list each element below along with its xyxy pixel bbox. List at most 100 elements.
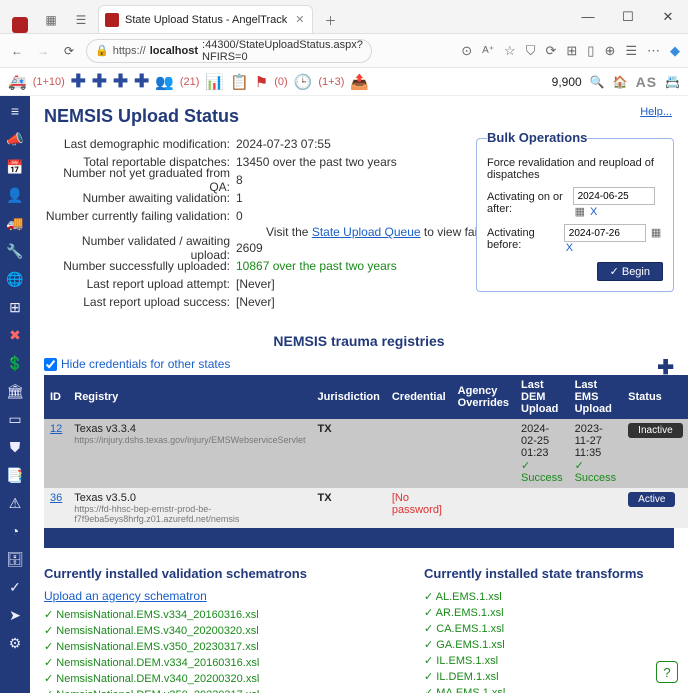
registries-heading: NEMSIS trauma registries bbox=[44, 333, 674, 349]
clock-count: (1+3) bbox=[318, 76, 344, 88]
sync-icon[interactable]: ⟳ bbox=[545, 43, 556, 59]
tab-list-icon[interactable]: ☰ bbox=[68, 7, 94, 33]
lock-icon: 🔒 bbox=[95, 44, 109, 57]
roster-icon[interactable]: 📇 bbox=[665, 75, 680, 89]
sb-db-icon[interactable]: 🗄 bbox=[6, 550, 24, 568]
browser-toolbar: ← → ⟳ 🔒 https://localhost:44300/StateUpl… bbox=[0, 34, 688, 68]
sb-bank-icon[interactable]: 🏛 bbox=[6, 382, 24, 400]
sb-user-icon[interactable]: 👤 bbox=[6, 186, 24, 204]
flag-count: (0) bbox=[274, 76, 287, 88]
sb-wrench-icon[interactable]: 🔧 bbox=[6, 242, 24, 260]
as-label[interactable]: AS bbox=[636, 74, 657, 90]
sb-send-icon[interactable]: ➤ bbox=[6, 606, 24, 624]
hide-credentials-checkbox[interactable]: Hide credentials for other states bbox=[44, 357, 674, 371]
clock-icon[interactable]: 🕒 bbox=[294, 73, 313, 91]
tab-workspace-icon[interactable]: ▦ bbox=[38, 7, 64, 33]
add-registry-button[interactable]: ✚ bbox=[657, 355, 674, 380]
on-after-input[interactable] bbox=[573, 187, 655, 205]
list-item: NemsisNational.EMS.v340_20200320.xsl bbox=[44, 623, 394, 639]
favorite-icon[interactable]: ☆ bbox=[504, 43, 516, 59]
left-sidebar: ≡ 📣 📅 👤 🚚 🔧 🌐 ⊞ ✖ 💲 🏛 ▭ ⛊ 📑 ⚠ ◔ 🗄 ✓ ➤ ⚙ bbox=[0, 96, 30, 693]
before-input[interactable] bbox=[564, 224, 646, 242]
clipboard-icon[interactable]: 📋 bbox=[230, 73, 249, 91]
on-after-label: Activating on or after: bbox=[487, 191, 573, 215]
chart-icon[interactable]: 📊 bbox=[205, 73, 224, 91]
registry-id-link[interactable]: 12 bbox=[50, 423, 62, 435]
browser-tab[interactable]: State Upload Status - AngelTrack ✕ bbox=[98, 5, 313, 33]
extensions-icon[interactable]: ⊞ bbox=[566, 43, 577, 59]
profile-icon[interactable]: ☰ bbox=[625, 43, 637, 59]
text-size-icon[interactable]: A⁺ bbox=[482, 45, 494, 56]
sb-gear-icon[interactable]: ⚙ bbox=[6, 634, 24, 652]
state-upload-queue-link[interactable]: State Upload Queue bbox=[312, 225, 421, 239]
sb-clip-icon[interactable]: 📑 bbox=[6, 466, 24, 484]
flag-icon[interactable]: ⚑ bbox=[255, 73, 268, 91]
list-item: MA.EMS.1.xsl bbox=[424, 685, 674, 693]
before-label: Activating before: bbox=[487, 227, 564, 251]
exit-icon[interactable]: 📤 bbox=[350, 73, 369, 91]
add2-icon[interactable]: ✚ bbox=[92, 71, 107, 92]
downloads-icon[interactable]: ⊕ bbox=[604, 43, 615, 59]
sb-menu-icon[interactable]: ≡ bbox=[6, 102, 24, 120]
window-close[interactable]: ✕ bbox=[648, 2, 688, 32]
sb-truck-icon[interactable]: 🚚 bbox=[6, 214, 24, 232]
shield-icon[interactable]: ⛉ bbox=[526, 43, 536, 59]
sb-globe-icon[interactable]: 🌐 bbox=[6, 270, 24, 288]
registries-table: ID Registry Jurisdiction Credential Agen… bbox=[44, 375, 688, 528]
crew-count: (21) bbox=[180, 76, 200, 88]
add3-icon[interactable]: ✚ bbox=[113, 71, 128, 92]
sb-tools-icon[interactable]: ✖ bbox=[6, 326, 24, 344]
add4-icon[interactable]: ✚ bbox=[134, 71, 149, 92]
collections-icon[interactable]: ▯ bbox=[587, 43, 594, 59]
app-toolbar: 🚑 (1+10) ✚ ✚ ✚ ✚ 👥 (21) 📊 📋 ⚑ (0) 🕒 (1+3… bbox=[0, 68, 688, 96]
crew-icon[interactable]: 👥 bbox=[155, 73, 174, 91]
begin-button[interactable]: ✓ Begin bbox=[597, 262, 663, 281]
window-maximize[interactable]: ☐ bbox=[608, 2, 648, 32]
clear-on-after[interactable]: X bbox=[590, 206, 597, 218]
sb-hospital-icon[interactable]: ⊞ bbox=[6, 298, 24, 316]
copilot-icon[interactable]: ◆ bbox=[670, 43, 680, 59]
sb-money-icon[interactable]: 💲 bbox=[6, 354, 24, 372]
add1-icon[interactable]: ✚ bbox=[71, 71, 86, 92]
new-tab-button[interactable]: ＋ bbox=[317, 7, 343, 33]
table-footer-bar bbox=[44, 528, 674, 548]
calendar2-icon[interactable]: ▦ bbox=[651, 227, 661, 239]
forward-button: → bbox=[34, 44, 52, 58]
list-item: IL.EMS.1.xsl bbox=[424, 653, 674, 669]
sb-shield2-icon[interactable]: ⛊ bbox=[6, 438, 24, 456]
help-fab[interactable]: ? bbox=[656, 661, 678, 683]
calendar-icon[interactable]: ▦ bbox=[575, 206, 585, 218]
sb-pie-icon[interactable]: ◔ bbox=[6, 522, 24, 540]
search2-icon[interactable]: 🔍 bbox=[590, 75, 605, 89]
registry-id-link[interactable]: 36 bbox=[50, 492, 62, 504]
upload-schematron-link[interactable]: Upload an agency schematron bbox=[44, 589, 394, 603]
address-bar[interactable]: 🔒 https://localhost:44300/StateUploadSta… bbox=[86, 39, 372, 63]
help-link[interactable]: Help... bbox=[640, 106, 672, 118]
tab-favicon bbox=[105, 13, 119, 27]
more-icon[interactable]: ⋯ bbox=[647, 43, 660, 59]
home-icon[interactable]: 🏠 bbox=[613, 75, 628, 89]
close-tab-icon[interactable]: ✕ bbox=[293, 13, 306, 26]
transforms-heading: Currently installed state transforms bbox=[424, 566, 674, 581]
sb-warn-icon[interactable]: ⚠ bbox=[6, 494, 24, 512]
schematrons-heading: Currently installed validation schematro… bbox=[44, 566, 394, 581]
bulk-legend: Bulk Operations bbox=[487, 130, 587, 147]
app-favicon bbox=[12, 17, 28, 33]
table-row[interactable]: 36Texas v3.5.0https://fd-hhsc-bep-emstr-… bbox=[44, 488, 688, 528]
tab-title: State Upload Status - AngelTrack bbox=[125, 14, 287, 26]
dispatch-icon[interactable]: 🚑 bbox=[8, 73, 27, 91]
sb-calendar-icon[interactable]: 📅 bbox=[6, 158, 24, 176]
sb-mark-icon[interactable]: ✓ bbox=[6, 578, 24, 596]
hide-credentials-input[interactable] bbox=[44, 358, 57, 371]
clear-before[interactable]: X bbox=[566, 242, 573, 254]
refresh-button[interactable]: ⟳ bbox=[60, 44, 78, 58]
sb-megaphone-icon[interactable]: 📣 bbox=[6, 130, 24, 148]
sb-doc-icon[interactable]: ▭ bbox=[6, 410, 24, 428]
search-icon[interactable]: ⊙ bbox=[461, 43, 472, 59]
schematron-list: NemsisNational.EMS.v334_20160316.xslNems… bbox=[44, 607, 394, 693]
list-item: GA.EMS.1.xsl bbox=[424, 637, 674, 653]
bulk-desc: Force revalidation and reupload of dispa… bbox=[487, 157, 663, 181]
window-minimize[interactable]: — bbox=[568, 2, 608, 32]
back-button[interactable]: ← bbox=[8, 44, 26, 58]
table-row[interactable]: 12Texas v3.3.4https://injury.dshs.texas.… bbox=[44, 419, 688, 488]
